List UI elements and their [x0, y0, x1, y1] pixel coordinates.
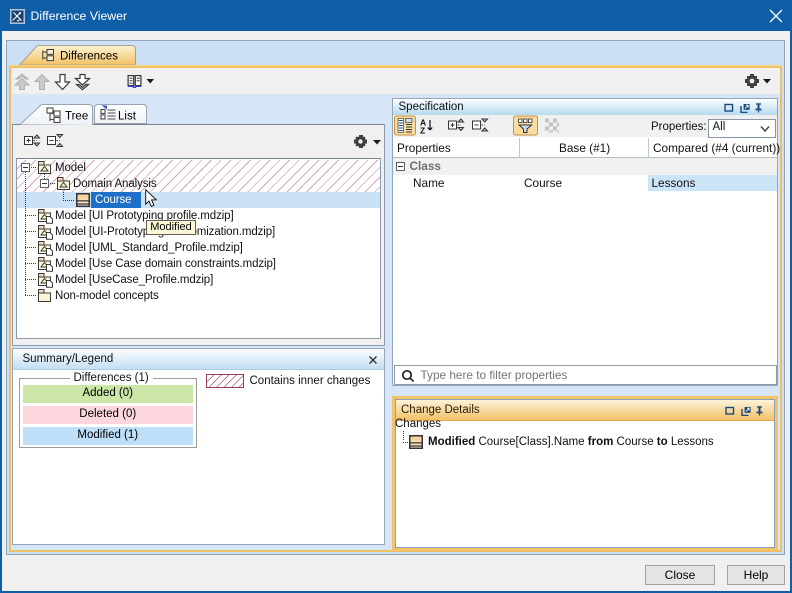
- svg-text:List: List: [118, 110, 137, 122]
- svg-text:Z: Z: [420, 126, 425, 136]
- svg-text:Tree: Tree: [65, 110, 88, 122]
- svg-text:Differences: Differences: [60, 51, 118, 63]
